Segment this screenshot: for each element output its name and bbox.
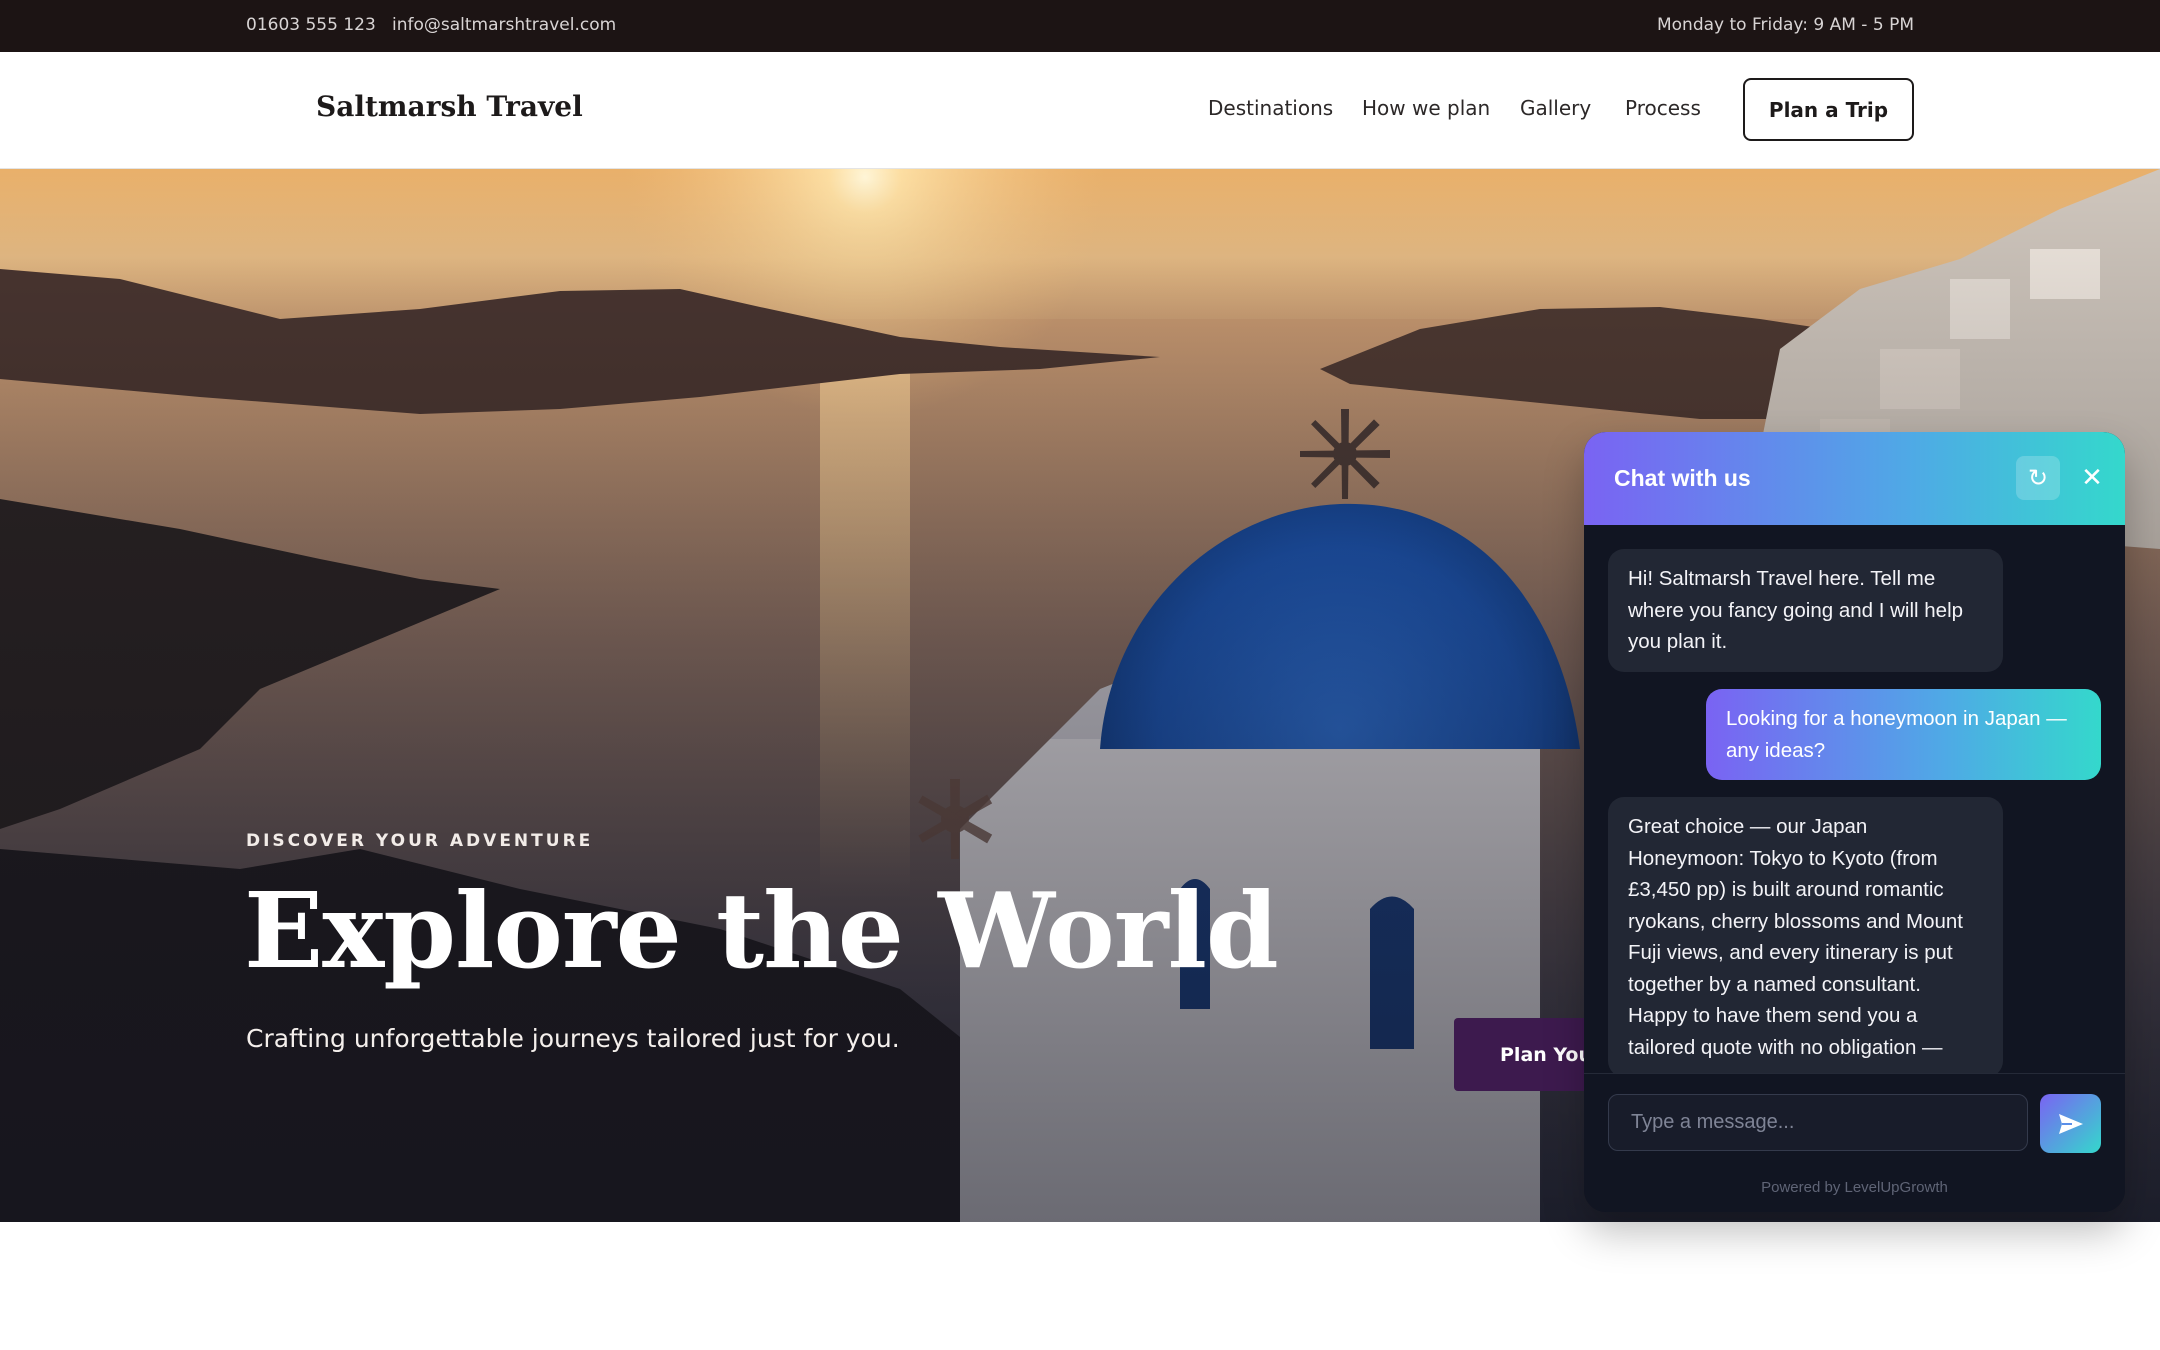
contact-email[interactable]: info@saltmarshtravel.com [392,15,616,35]
chat-message-user: Looking for a honeymoon in Japan — any i… [1706,689,2101,780]
hero-eyebrow: DISCOVER YOUR ADVENTURE [246,831,594,851]
nav-process[interactable]: Process [1625,96,1701,120]
brand-logo[interactable]: Saltmarsh Travel [316,90,583,123]
nav-destinations[interactable]: Destinations [1208,96,1333,120]
nav-gallery[interactable]: Gallery [1520,96,1591,120]
contact-phone[interactable]: 01603 555 123 [246,15,376,35]
refresh-icon[interactable]: ↻ [2016,456,2060,500]
chat-widget: Chat with us ↻ ✕ Hi! Saltmarsh Travel he… [1584,432,2125,1212]
chat-title: Chat with us [1614,465,1751,491]
powered-by-text: Powered by LevelUpGrowth [1761,1179,1948,1196]
top-info-bar: 01603 555 123 info@saltmarshtravel.com M… [0,0,2160,52]
send-button[interactable] [2040,1094,2101,1153]
nav-how-we-plan[interactable]: How we plan [1362,96,1490,120]
send-icon [2058,1113,2083,1134]
hero-title: Explore the World [244,869,1279,992]
close-icon[interactable]: ✕ [2070,456,2114,500]
chat-input-area: Powered by LevelUpGrowth [1584,1073,2125,1212]
chat-message-bot: Hi! Saltmarsh Travel here. Tell me where… [1608,549,2003,672]
chat-messages[interactable]: Hi! Saltmarsh Travel here. Tell me where… [1584,525,2125,1073]
chat-header: Chat with us ↻ ✕ [1584,432,2125,525]
chat-message-input[interactable] [1608,1094,2028,1151]
plan-a-trip-button[interactable]: Plan a Trip [1743,78,1914,141]
chat-message-bot: Great choice — our Japan Honeymoon: Toky… [1608,797,2003,1073]
hero-subtitle: Crafting unforgettable journeys tailored… [246,1024,900,1053]
opening-hours: Monday to Friday: 9 AM - 5 PM [1656,15,1914,35]
site-header: Saltmarsh Travel Destinations How we pla… [0,52,2160,169]
